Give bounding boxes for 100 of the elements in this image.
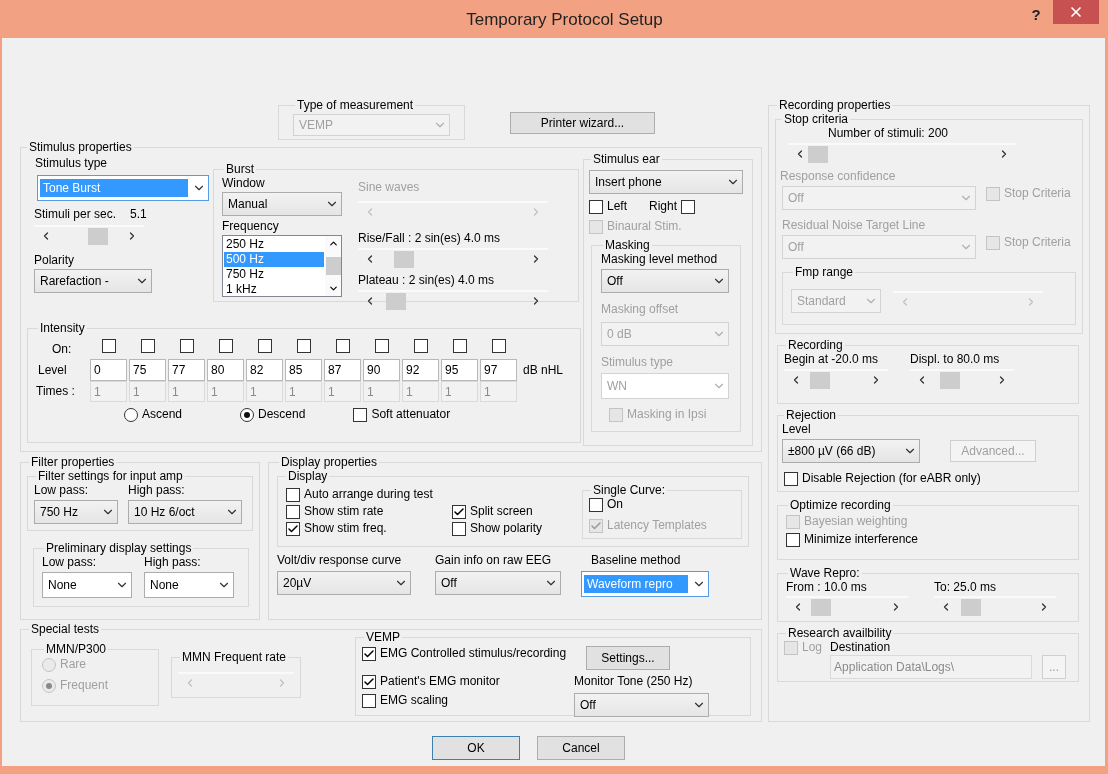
scroll-thumb[interactable] (960, 599, 981, 616)
dropdown[interactable]: 750 Hz (34, 500, 118, 524)
scrollbar[interactable] (358, 248, 548, 268)
group-title: Type of measurement (296, 98, 415, 112)
checkbox[interactable]: EMG scaling (362, 693, 449, 708)
on-checkbox[interactable] (413, 339, 428, 353)
on-checkbox[interactable] (491, 339, 506, 353)
field-label: dB nHL (523, 362, 565, 378)
radio-button[interactable]: Descend (240, 407, 306, 422)
scroll-thumb[interactable] (811, 599, 832, 616)
scroll-thumb[interactable] (386, 293, 406, 310)
field-label: Low pass: (42, 555, 98, 570)
scroll-thumb[interactable] (810, 372, 831, 389)
push-button[interactable]: OK (432, 736, 520, 760)
dropdown[interactable]: 10 Hz 6/oct (128, 500, 242, 524)
scrollbar[interactable] (788, 143, 1016, 163)
dropdown[interactable]: Insert phone (589, 170, 743, 194)
group-title: Filter settings for input amp (37, 469, 184, 483)
checkbox[interactable]: Left (589, 199, 627, 214)
level-field[interactable]: 92 (402, 359, 439, 381)
scrollbar[interactable] (910, 369, 1014, 389)
on-checkbox[interactable] (218, 339, 233, 353)
list-item[interactable]: 1 kHz (224, 282, 324, 297)
level-field[interactable]: 75 (129, 359, 166, 381)
checkbox[interactable]: Disable Rejection (for eABR only) (784, 471, 981, 486)
field-label: Frequency (222, 219, 280, 234)
close-icon (1068, 4, 1084, 20)
group-title: Filter properties (30, 455, 116, 469)
level-field[interactable]: 85 (285, 359, 322, 381)
help-button[interactable]: ? (1019, 0, 1053, 28)
group-title: Wave Repro: (789, 566, 861, 580)
on-checkbox[interactable] (179, 339, 194, 353)
scrollbar[interactable] (784, 369, 888, 389)
dropdown[interactable]: Off (574, 693, 709, 717)
checkbox[interactable]: On (589, 497, 623, 512)
field-label: Gain info on raw EEG (435, 553, 553, 568)
checkbox[interactable]: Right (649, 199, 696, 214)
checkbox[interactable]: Auto arrange during test (286, 487, 433, 502)
checkbox[interactable]: Show stim rate (286, 504, 384, 519)
on-checkbox[interactable] (452, 339, 467, 353)
scrollbar[interactable] (358, 290, 548, 310)
dropdown[interactable]: None (42, 572, 132, 598)
dropdown[interactable]: None (144, 572, 234, 598)
field-label: Begin at -20.0 ms (784, 352, 880, 367)
dropdown[interactable]: Off (601, 269, 729, 293)
scroll-thumb[interactable] (87, 228, 108, 245)
level-field[interactable]: 82 (246, 359, 283, 381)
group-title: Fmp range (794, 265, 855, 279)
list-item[interactable]: 250 Hz (224, 237, 324, 252)
field-label: Level (782, 422, 811, 436)
dropdown[interactable]: 20µV (277, 571, 411, 595)
level-field[interactable]: 77 (168, 359, 205, 381)
scroll-thumb[interactable] (393, 251, 414, 268)
on-checkbox[interactable] (257, 339, 272, 353)
dropdown[interactable]: Manual (222, 192, 342, 216)
group-title: Preliminary display settings (45, 541, 193, 555)
on-checkbox[interactable] (101, 339, 116, 353)
on-checkbox[interactable] (374, 339, 389, 353)
field-label: Residual Noise Target Line (782, 218, 927, 233)
field-label: Number of stimuli: 200 (828, 126, 949, 140)
push-button[interactable]: Printer wizard... (510, 112, 655, 134)
push-button[interactable]: Settings... (586, 646, 670, 670)
checkbox[interactable]: Soft attenuator (353, 407, 451, 422)
level-field[interactable]: 0 (90, 359, 127, 381)
field-label: High pass: (144, 555, 202, 570)
checkbox[interactable]: Show polarity (452, 521, 543, 536)
scrollbar[interactable] (934, 596, 1056, 616)
checkbox[interactable]: EMG Controlled stimulus/recording (362, 646, 567, 661)
checkbox[interactable]: Show stim freq. (286, 521, 387, 536)
group-title: Single Curve: (592, 483, 667, 497)
radio-button[interactable]: Ascend (124, 407, 183, 422)
checkbox[interactable]: Minimize interference (786, 532, 919, 547)
scrollbar[interactable] (34, 225, 144, 245)
checkbox[interactable]: Patient's EMG monitor (362, 674, 500, 689)
level-field[interactable]: 80 (207, 359, 244, 381)
dropdown[interactable]: Off (435, 571, 561, 595)
level-field[interactable]: 97 (480, 359, 517, 381)
group-title: Stimulus properties (28, 140, 133, 154)
level-field[interactable]: 95 (441, 359, 478, 381)
push-button[interactable]: Cancel (537, 736, 625, 760)
field-label: Stimulus type (35, 156, 109, 171)
on-checkbox[interactable] (335, 339, 350, 353)
level-field[interactable]: 87 (324, 359, 361, 381)
list-item[interactable]: 750 Hz (224, 267, 324, 282)
close-button[interactable] (1053, 0, 1099, 24)
dropdown[interactable]: Rarefaction - (34, 269, 152, 293)
group-title: Masking (604, 238, 651, 252)
check-icon (287, 522, 299, 535)
on-checkbox[interactable] (140, 339, 155, 353)
level-field[interactable]: 90 (363, 359, 400, 381)
dropdown[interactable]: ±800 µV (66 dB) (782, 439, 920, 463)
field-label: 5.1 (130, 207, 147, 222)
scroll-thumb[interactable] (807, 146, 828, 163)
scroll-thumb[interactable] (939, 372, 960, 389)
on-checkbox[interactable] (296, 339, 311, 353)
scroll-down-icon[interactable] (327, 283, 339, 294)
scrollbar[interactable] (786, 596, 908, 616)
list-scrollbar[interactable] (325, 236, 341, 296)
field-label: Level (38, 362, 68, 378)
checkbox[interactable]: Split screen (452, 504, 533, 519)
